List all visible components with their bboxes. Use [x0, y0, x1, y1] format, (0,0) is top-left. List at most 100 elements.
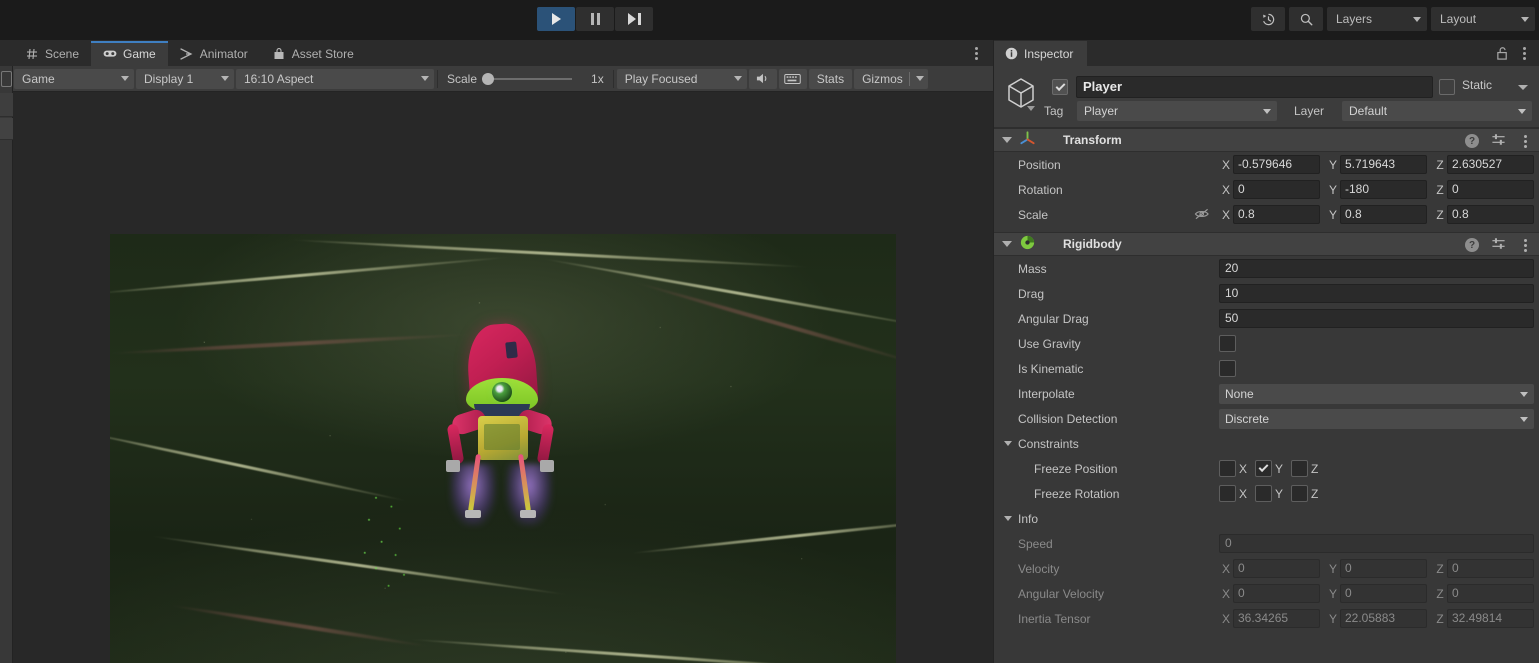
character-torso-panel: [484, 424, 520, 450]
foldout-arrow-icon[interactable]: [1004, 516, 1012, 521]
component-menu-icon[interactable]: [1518, 133, 1532, 149]
toolbar-right-group: Layers Layout: [1251, 7, 1535, 31]
vector3-angular-velocity: X 0 Y 0 Z 0: [1219, 584, 1534, 603]
is-kinematic-checkbox[interactable]: [1219, 360, 1236, 377]
constraints-foldout-row[interactable]: Constraints: [994, 431, 1539, 456]
step-button[interactable]: [615, 7, 653, 31]
position-y-field[interactable]: 5.719643: [1340, 155, 1427, 174]
tab-game[interactable]: Game: [91, 41, 168, 66]
stats-button[interactable]: Stats: [808, 68, 853, 89]
property-row-use-gravity: Use Gravity: [994, 331, 1539, 356]
mute-audio-button[interactable]: [748, 68, 777, 89]
freeze-position-y-checkbox[interactable]: [1255, 460, 1273, 477]
component-actions: ?: [1465, 132, 1532, 150]
tag-dropdown[interactable]: Player: [1077, 101, 1277, 121]
display-dropdown[interactable]: Display 1: [136, 68, 234, 89]
position-z-field[interactable]: 2.630527: [1447, 155, 1534, 174]
gameobject-name-field[interactable]: Player: [1076, 76, 1433, 98]
static-checkbox[interactable]: [1439, 79, 1455, 95]
collapsed-panel-icon: [1, 71, 12, 87]
help-icon[interactable]: ?: [1465, 238, 1479, 252]
scale-slider[interactable]: [482, 72, 573, 85]
pause-button[interactable]: [576, 7, 614, 31]
angular-velocity-x-field: 0: [1233, 584, 1320, 603]
tab-animator[interactable]: Animator: [168, 41, 260, 66]
rotation-x-field[interactable]: 0: [1233, 180, 1320, 199]
gameobject-enabled-checkbox[interactable]: [1052, 79, 1068, 95]
collapsed-left-panel[interactable]: [0, 40, 13, 663]
component-header-rigidbody[interactable]: Rigidbody ?: [994, 232, 1539, 256]
interpolate-dropdown[interactable]: None: [1219, 383, 1534, 404]
aspect-label: 16:10 Aspect: [244, 71, 314, 86]
chevron-down-icon: [1263, 109, 1271, 114]
panel-menu-icon[interactable]: [969, 44, 983, 62]
lock-open-icon[interactable]: [1496, 46, 1509, 64]
help-icon[interactable]: ?: [1465, 134, 1479, 148]
scale-z-field[interactable]: 0.8: [1447, 205, 1534, 224]
property-label: Is Kinematic: [1018, 361, 1084, 376]
preset-icon[interactable]: [1491, 236, 1506, 254]
axis-label-z: Z: [1436, 182, 1444, 197]
game-render-surface[interactable]: [110, 234, 896, 663]
layout-dropdown[interactable]: Layout: [1431, 7, 1535, 31]
freeze-rotation-y-checkbox[interactable]: [1255, 485, 1273, 502]
view-mode-dropdown[interactable]: Game: [14, 68, 134, 89]
preset-icon[interactable]: [1491, 132, 1506, 150]
axis-label-x: X: [1221, 157, 1230, 172]
chevron-down-icon: [1413, 16, 1421, 22]
property-label: Freeze Rotation: [1034, 486, 1120, 501]
property-label: Freeze Position: [1034, 461, 1118, 476]
aspect-dropdown[interactable]: 16:10 Aspect: [236, 68, 434, 89]
axis-label-y: Y: [1275, 461, 1284, 476]
play-mode-dropdown[interactable]: Play Focused: [616, 68, 747, 89]
gizmos-button[interactable]: Gizmos: [854, 68, 928, 89]
info-foldout-row[interactable]: Info: [994, 506, 1539, 531]
angular-drag-field[interactable]: 50: [1219, 309, 1534, 328]
game-panel-tabbar: Scene Game Animator Asset Store: [13, 40, 993, 66]
collision-detection-dropdown[interactable]: Discrete: [1219, 408, 1534, 429]
tab-asset-store[interactable]: Asset Store: [260, 41, 366, 66]
undo-history-button[interactable]: [1251, 7, 1285, 31]
play-button[interactable]: [537, 7, 575, 31]
velocity-z-field: 0: [1447, 559, 1534, 578]
layers-dropdown[interactable]: Layers: [1327, 7, 1427, 31]
foldout-arrow-icon[interactable]: [1002, 137, 1012, 143]
gameobject-header: Player Static Tag Player Layer Default: [994, 66, 1539, 128]
use-gravity-checkbox[interactable]: [1219, 335, 1236, 352]
layer-dropdown[interactable]: Default: [1342, 101, 1532, 121]
scale-y-field[interactable]: 0.8: [1340, 205, 1427, 224]
property-row-freeze-rotation: Freeze Rotation X Y Z: [994, 481, 1539, 506]
component-header-transform[interactable]: Transform ?: [994, 128, 1539, 152]
component-menu-icon[interactable]: [1518, 237, 1532, 253]
game-view-area[interactable]: [13, 92, 993, 663]
scale-slider-knob[interactable]: [482, 72, 495, 85]
pause-icon: [590, 13, 600, 25]
inspector-tabbar: Inspector: [994, 40, 1539, 66]
rotation-y-field[interactable]: -180: [1340, 180, 1427, 199]
input-debug-button[interactable]: [778, 68, 807, 89]
foldout-arrow-icon[interactable]: [1002, 241, 1012, 247]
foldout-arrow-icon[interactable]: [1004, 441, 1012, 446]
static-dropdown-icon[interactable]: [1518, 85, 1528, 90]
position-x-field[interactable]: -0.579646: [1233, 155, 1320, 174]
property-label: Mass: [1018, 261, 1047, 276]
inspector-menu-icon[interactable]: [1517, 44, 1531, 62]
axis-label-z: Z: [1311, 486, 1319, 501]
tab-inspector[interactable]: Inspector: [994, 41, 1088, 66]
search-button[interactable]: [1289, 7, 1323, 31]
info-icon: [1004, 47, 1018, 61]
freeze-position-z-checkbox[interactable]: [1291, 460, 1309, 477]
eye-off-icon[interactable]: [1194, 207, 1210, 224]
freeze-position-x-checkbox[interactable]: [1219, 460, 1236, 477]
freeze-rotation-x-checkbox[interactable]: [1219, 485, 1236, 502]
drag-field[interactable]: 10: [1219, 284, 1534, 303]
character-eye: [492, 382, 512, 402]
rotation-z-field[interactable]: 0: [1447, 180, 1534, 199]
gameobject-icon-dropdown[interactable]: [1027, 106, 1035, 111]
freeze-rotation-z-checkbox[interactable]: [1291, 485, 1309, 502]
property-row-inertia-tensor: Inertia Tensor X 36.34265 Y 22.05883 Z 3…: [994, 606, 1539, 631]
inspector-content: Player Static Tag Player Layer Default T…: [994, 66, 1539, 663]
scale-x-field[interactable]: 0.8: [1233, 205, 1320, 224]
tab-scene[interactable]: Scene: [13, 41, 91, 66]
mass-field[interactable]: 20: [1219, 259, 1534, 278]
